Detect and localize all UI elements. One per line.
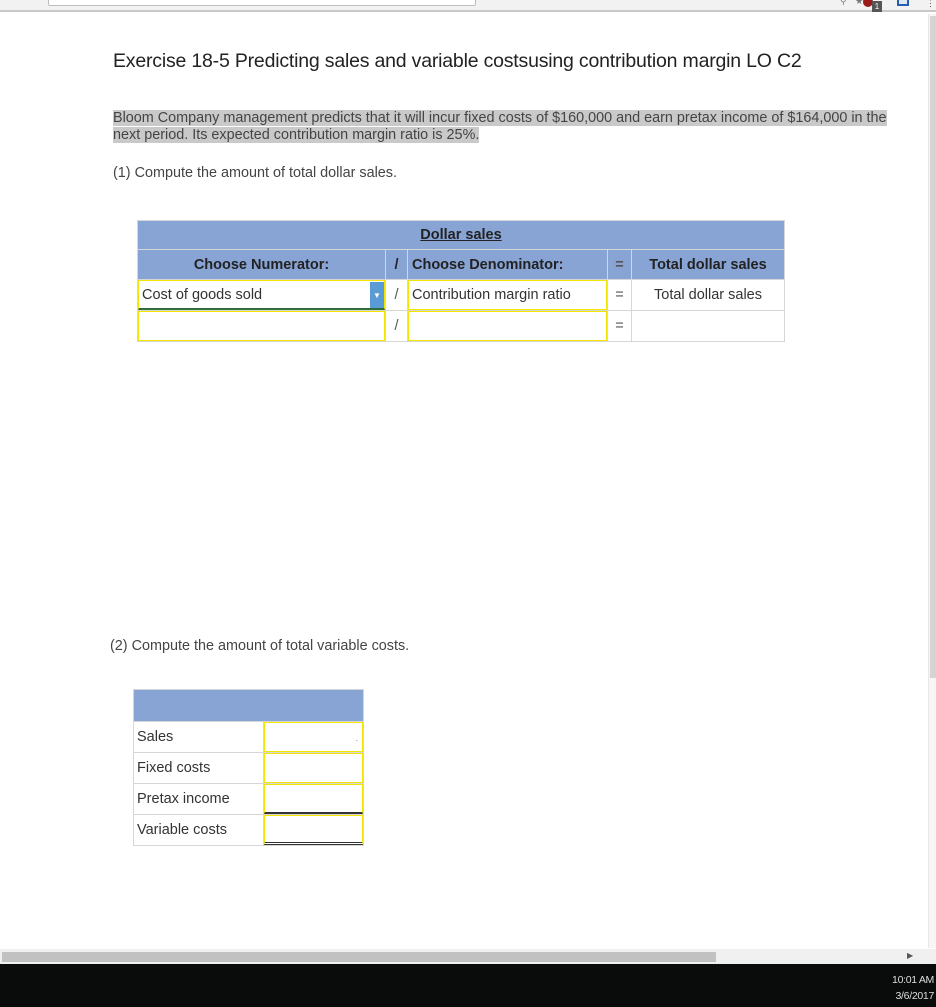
- system-clock[interactable]: 10:01 AM 3/6/2017: [892, 972, 934, 1004]
- denominator-select[interactable]: Contribution margin ratio: [408, 280, 607, 310]
- problem-text: Bloom Company management predicts that i…: [113, 110, 887, 143]
- numerator-cell: Cost of goods sold ▼: [137, 279, 386, 311]
- vertical-scrollbar[interactable]: [928, 14, 936, 948]
- row-label: Pretax income: [133, 783, 264, 815]
- dollar-sales-table: Dollar sales Choose Numerator: / Choose …: [137, 220, 785, 342]
- result-label: Total dollar sales: [631, 279, 785, 311]
- table-row: Pretax income: [133, 783, 364, 815]
- row-label: Variable costs: [133, 814, 264, 846]
- browser-toolbar: ⚲ ★ 1 ⋮: [0, 0, 936, 12]
- table-row: / =: [137, 310, 785, 342]
- numerator-header: Choose Numerator:: [137, 249, 386, 280]
- taskbar: 10:01 AM 3/6/2017: [0, 964, 936, 1007]
- table-row: Variable costs: [133, 814, 364, 846]
- sales-input[interactable]: .: [264, 722, 363, 752]
- clock-date: 3/6/2017: [895, 990, 935, 1002]
- variable-costs-cell: [263, 814, 364, 846]
- fixed-costs-cell: [263, 752, 364, 784]
- divide-sign: /: [385, 279, 408, 311]
- denominator-cell: [407, 310, 608, 342]
- row-label: Fixed costs: [133, 752, 264, 784]
- pretax-income-cell: [263, 783, 364, 815]
- scroll-right-arrow-icon[interactable]: ▶: [907, 951, 913, 960]
- part2-prompt: (2) Compute the amount of total variable…: [110, 638, 410, 654]
- numerator-input[interactable]: [138, 311, 385, 341]
- denominator-input[interactable]: [408, 311, 607, 341]
- fixed-costs-input[interactable]: [264, 753, 363, 783]
- part1-prompt: (1) Compute the amount of total dollar s…: [113, 165, 397, 181]
- numerator-cell: [137, 310, 386, 342]
- divide-header: /: [385, 249, 408, 280]
- exercise-title: Exercise 18-5 Predicting sales and varia…: [113, 50, 802, 72]
- equals-sign: =: [607, 279, 632, 311]
- variable-costs-input[interactable]: [264, 815, 363, 845]
- numerator-select[interactable]: Cost of goods sold ▼: [138, 280, 385, 310]
- address-bar[interactable]: [48, 0, 476, 6]
- table-row: Sales .: [133, 721, 364, 753]
- denominator-header: Choose Denominator:: [407, 249, 608, 280]
- extension-blue-icon[interactable]: [897, 0, 909, 6]
- vertical-scrollbar-thumb[interactable]: [930, 16, 936, 678]
- result-header: Total dollar sales: [631, 249, 785, 280]
- horizontal-scrollbar-thumb[interactable]: [2, 952, 716, 962]
- denominator-cell: Contribution margin ratio: [407, 279, 608, 311]
- horizontal-scrollbar[interactable]: ▶: [0, 949, 936, 964]
- clock-time: 10:01 AM: [892, 974, 934, 986]
- table-header: [133, 689, 364, 722]
- equals-header: =: [607, 249, 632, 280]
- divide-sign: /: [385, 310, 408, 342]
- equals-sign: =: [607, 310, 632, 342]
- table-title: Dollar sales: [137, 220, 785, 250]
- problem-statement: Bloom Company management predicts that i…: [113, 110, 893, 144]
- input-marker: .: [355, 734, 358, 743]
- pretax-income-input[interactable]: [264, 784, 363, 814]
- extension-badge: 1: [872, 1, 882, 12]
- table-row: Fixed costs: [133, 752, 364, 784]
- numerator-value: Cost of goods sold: [142, 286, 263, 303]
- variable-costs-table: Sales . Fixed costs Pretax income Variab…: [133, 689, 364, 846]
- row-label: Sales: [133, 721, 264, 753]
- sales-cell: .: [263, 721, 364, 753]
- result-value: [631, 310, 785, 342]
- table-row: Cost of goods sold ▼ / Contribution marg…: [137, 279, 785, 311]
- menu-icon[interactable]: ⋮: [926, 0, 935, 9]
- chevron-down-icon[interactable]: ▼: [370, 282, 384, 308]
